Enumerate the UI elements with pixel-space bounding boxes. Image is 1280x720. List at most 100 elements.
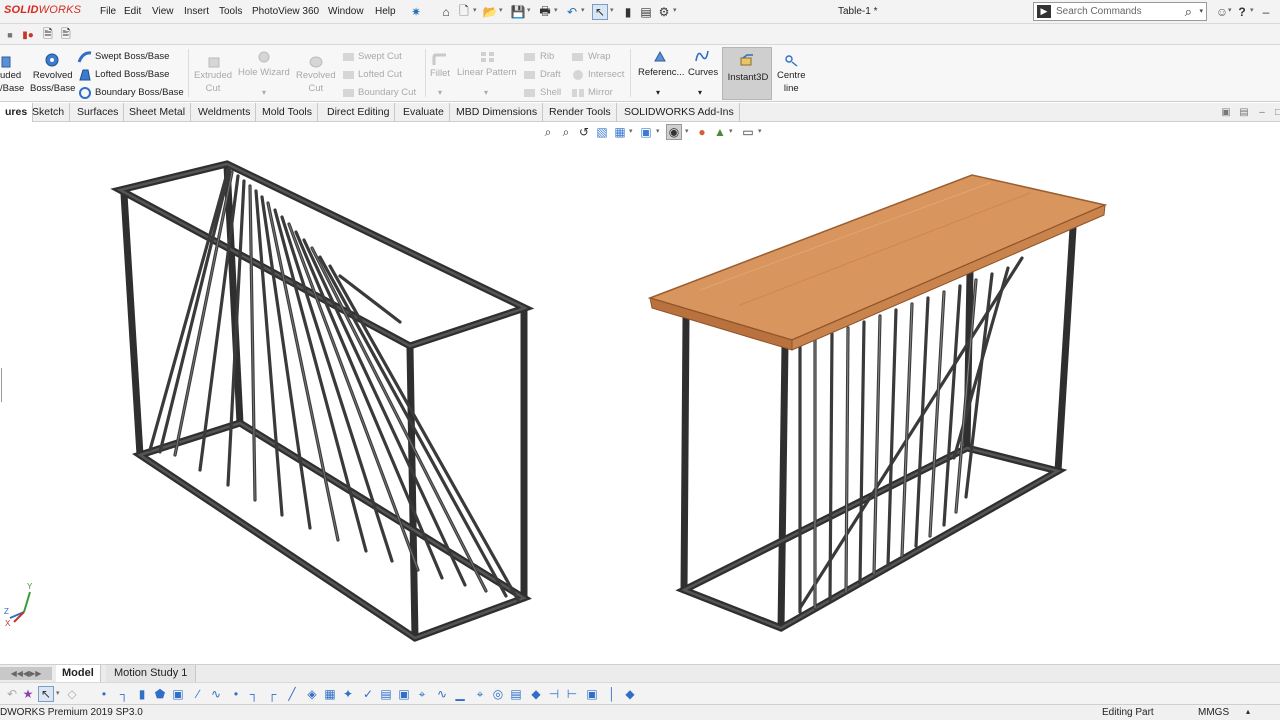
draft-button[interactable]: Draft	[540, 68, 561, 81]
minimize-icon[interactable]: –	[1258, 4, 1274, 20]
chevron-down-icon[interactable]: ▾	[484, 86, 488, 99]
curves-button[interactable]: Curves	[688, 66, 718, 79]
lofted-cut-button[interactable]: Lofted Cut	[358, 68, 402, 81]
chevron-down-icon[interactable]: ▾	[473, 6, 477, 14]
trim-icon[interactable]: ╱	[284, 686, 300, 702]
chevron-down-icon[interactable]: ▾	[1199, 7, 1203, 15]
cube-icon[interactable]: ▣	[170, 686, 186, 702]
wrap-button[interactable]: Wrap	[588, 50, 611, 63]
menu-file[interactable]: File	[100, 6, 116, 17]
solidworks-logo[interactable]: SOLIDWORKS	[0, 4, 85, 20]
revolved-boss-button[interactable]: Revolved Boss/Base	[30, 69, 75, 95]
chevron-down-icon[interactable]: ▾	[581, 6, 585, 14]
offset-icon[interactable]: ┌	[264, 686, 280, 702]
tile-pane-icon[interactable]: ▤	[1236, 104, 1252, 120]
pin-icon[interactable]: ✷	[408, 4, 424, 20]
extruded-cut-button[interactable]: Extruded Cut	[194, 69, 232, 95]
undo-icon[interactable]: ↶	[564, 4, 580, 20]
chevron-down-icon[interactable]: ▾	[610, 6, 614, 14]
chevron-up-icon[interactable]: ▴	[1246, 707, 1250, 716]
save-icon[interactable]: 💾	[510, 4, 526, 20]
chevron-down-icon[interactable]: ▾	[438, 86, 442, 99]
mirror-entities-icon[interactable]: ◈	[304, 686, 320, 702]
maximize-pane-icon[interactable]: □	[1270, 104, 1280, 120]
rebuild-traffic-light-icon[interactable]: ▮	[620, 4, 636, 20]
mirror-button[interactable]: Mirror	[588, 86, 613, 99]
macro-new-icon[interactable]: 🖹	[58, 27, 74, 43]
line-icon[interactable]: ∕	[190, 686, 206, 702]
search-icon[interactable]: ⌕	[1185, 4, 1192, 20]
filter-icon[interactable]: ◇	[64, 686, 80, 702]
feature-tree-flyout-handle[interactable]	[0, 368, 2, 402]
chevron-down-icon[interactable]: ▾	[656, 127, 660, 135]
tab-motion-study[interactable]: Motion Study 1	[106, 665, 197, 682]
file-properties-icon[interactable]: ▤	[638, 4, 654, 20]
rectangle-icon[interactable]: ▮	[134, 686, 150, 702]
undercut-icon[interactable]: ⊣	[546, 686, 562, 702]
compare-icon[interactable]: ◆	[622, 686, 638, 702]
smart-select-icon[interactable]: ★	[20, 686, 36, 702]
centre-line-button[interactable]: Centre line	[777, 69, 806, 95]
menu-help[interactable]: Help	[375, 6, 396, 17]
boundary-cut-button[interactable]: Boundary Cut	[358, 86, 416, 99]
select-arrow-icon[interactable]: ↖	[38, 686, 54, 702]
menu-view[interactable]: View	[152, 6, 174, 17]
check-icon[interactable]: ✓	[360, 686, 376, 702]
corner-rectangle-icon[interactable]: ┐	[246, 686, 262, 702]
zoom-to-fit-icon[interactable]: ⌕	[540, 124, 556, 140]
move-icon[interactable]: ✦	[340, 686, 356, 702]
hide-show-items-icon[interactable]: ◉	[666, 124, 682, 140]
chevron-down-icon[interactable]: ▾	[629, 127, 633, 135]
macro-edit-icon[interactable]: 🗎	[40, 27, 56, 43]
help-icon[interactable]: ?	[1234, 4, 1250, 20]
boundary-boss-button[interactable]: Boundary Boss/Base	[95, 86, 184, 99]
chevron-down-icon[interactable]: ▾	[1228, 6, 1232, 14]
draft-analysis-icon[interactable]: ◆	[528, 686, 544, 702]
thickness-icon[interactable]: ▣	[584, 686, 600, 702]
view-orientation-icon[interactable]: ▦	[612, 124, 628, 140]
curvature-icon[interactable]: ◎	[490, 686, 506, 702]
reference-geometry-button[interactable]: Referenc...	[638, 66, 684, 79]
chevron-down-icon[interactable]: ▾	[729, 127, 733, 135]
tab-surfaces[interactable]: Surfaces	[72, 103, 125, 122]
swept-cut-button[interactable]: Swept Cut	[358, 50, 402, 63]
open-folder-icon[interactable]: 📂	[482, 4, 498, 20]
undo-icon[interactable]: ↶	[4, 686, 20, 702]
menu-photoview[interactable]: PhotoView 360	[252, 6, 319, 17]
linear-pattern-button[interactable]: Linear Pattern	[457, 66, 517, 79]
surface-icon[interactable]: ∿	[434, 686, 450, 702]
sketch-point-icon[interactable]: •	[228, 686, 244, 702]
table-icon[interactable]: ▤	[378, 686, 394, 702]
tab-direct-editing[interactable]: Direct Editing	[322, 103, 396, 122]
record-icon[interactable]: ▮●	[20, 27, 36, 43]
stop-icon[interactable]: ■	[2, 27, 18, 43]
chevron-down-icon[interactable]: ▾	[673, 6, 677, 14]
chevron-down-icon[interactable]: ▾	[656, 86, 660, 99]
tab-scroll-arrows[interactable]: ◀◀◀▶▶	[0, 667, 52, 680]
chevron-down-icon[interactable]: ▾	[1250, 6, 1254, 14]
fillet-button[interactable]: Fillet	[430, 67, 450, 80]
search-input[interactable]: ▶ Search Commands ⌕ ▾	[1033, 2, 1207, 21]
chevron-down-icon[interactable]: ▾	[758, 127, 762, 135]
extruded-boss-button[interactable]: uded/Base	[0, 69, 24, 95]
menu-window[interactable]: Window	[328, 6, 364, 17]
home-icon[interactable]: ⌂	[438, 4, 454, 20]
menu-tools[interactable]: Tools	[219, 6, 242, 17]
view-settings-icon[interactable]: ▭	[740, 124, 756, 140]
tab-add-ins[interactable]: SOLIDWORKS Add-Ins	[619, 103, 740, 122]
tab-evaluate[interactable]: Evaluate	[398, 103, 450, 122]
spline-icon[interactable]: ∿	[208, 686, 224, 702]
rib-button[interactable]: Rib	[540, 50, 554, 63]
zebra-icon[interactable]: ▤	[508, 686, 524, 702]
print-icon[interactable]: 🖶	[537, 4, 553, 20]
new-document-icon[interactable]: 🗋	[456, 4, 472, 20]
chevron-down-icon[interactable]: ▾	[262, 86, 266, 99]
point-icon[interactable]: •	[96, 686, 112, 702]
lofted-boss-button[interactable]: Lofted Boss/Base	[95, 68, 169, 81]
instant3d-button[interactable]: Instant3D	[722, 47, 772, 100]
gear-icon[interactable]: ⚙	[656, 4, 672, 20]
pattern-icon[interactable]: ▦	[322, 686, 338, 702]
parting-line-icon[interactable]: ⊢	[564, 686, 580, 702]
menu-edit[interactable]: Edit	[124, 6, 141, 17]
section-view-icon[interactable]: ▧	[594, 124, 610, 140]
